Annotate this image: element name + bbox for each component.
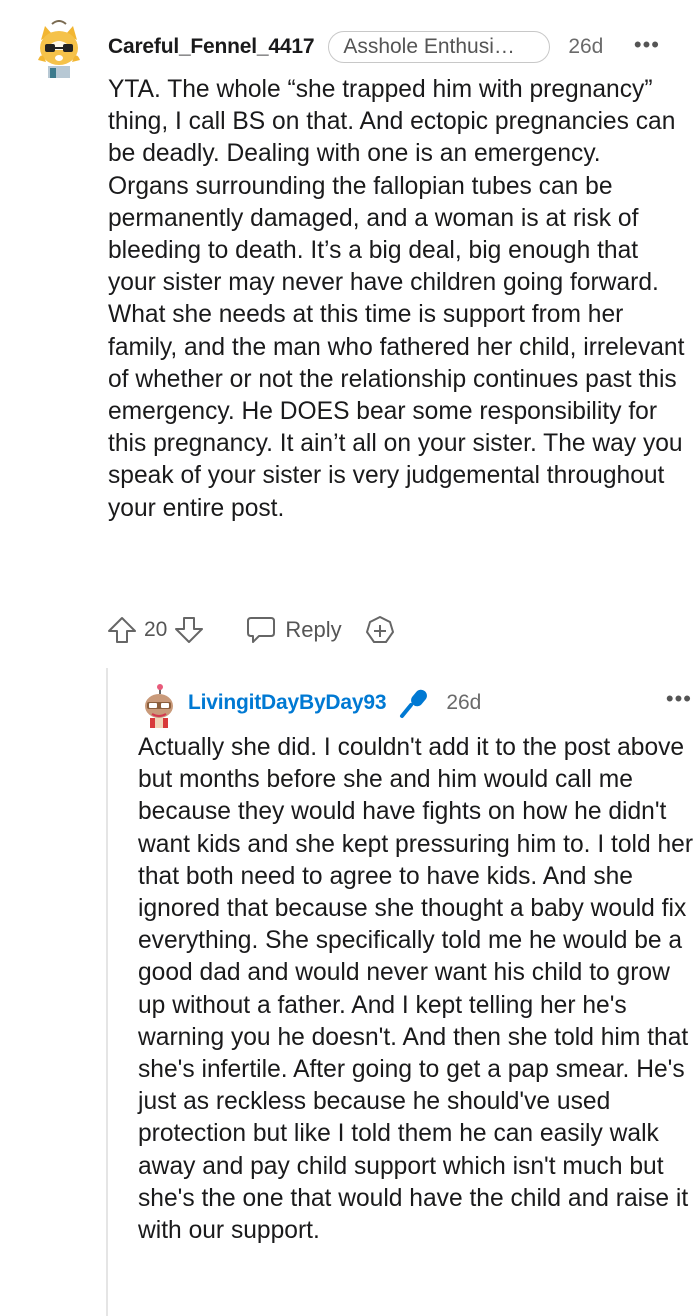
thread-line[interactable] (106, 668, 108, 1316)
reply-username[interactable]: LivingitDayByDay93 (188, 691, 387, 715)
downvote-icon[interactable] (173, 614, 205, 646)
vote-count: 20 (144, 618, 168, 641)
reply-icon (245, 615, 277, 645)
reply-label: Reply (285, 617, 342, 642)
comment-body: YTA. The whole “she trapped him with pre… (108, 76, 685, 522)
user-flair: Asshole Enthusi… (328, 31, 551, 63)
more-options-button[interactable]: ••• (634, 30, 660, 60)
reply-timestamp: 26d (446, 691, 482, 714)
comment-actions: 20 Reply (106, 612, 396, 648)
reply-user-avatar[interactable] (142, 684, 176, 728)
comment-meta: Careful_Fennel_4417 Asshole Enthusi… 26d… (108, 30, 668, 64)
comment-username[interactable]: Careful_Fennel_4417 (108, 35, 315, 59)
user-avatar[interactable] (36, 20, 82, 78)
award-icon[interactable] (364, 614, 396, 646)
comment-timestamp: 26d (568, 35, 604, 58)
reply-comment: LivingitDayByDay93 26d ••• Actually she … (106, 668, 700, 1316)
microphone-icon (398, 687, 430, 719)
reply-meta: LivingitDayByDay93 26d (188, 686, 668, 720)
reply-body: Actually she did. I couldn't add it to t… (138, 734, 694, 1245)
reply-button[interactable]: Reply (245, 615, 342, 645)
reply-more-options-button[interactable]: ••• (666, 686, 692, 712)
upvote-icon[interactable] (106, 614, 138, 646)
